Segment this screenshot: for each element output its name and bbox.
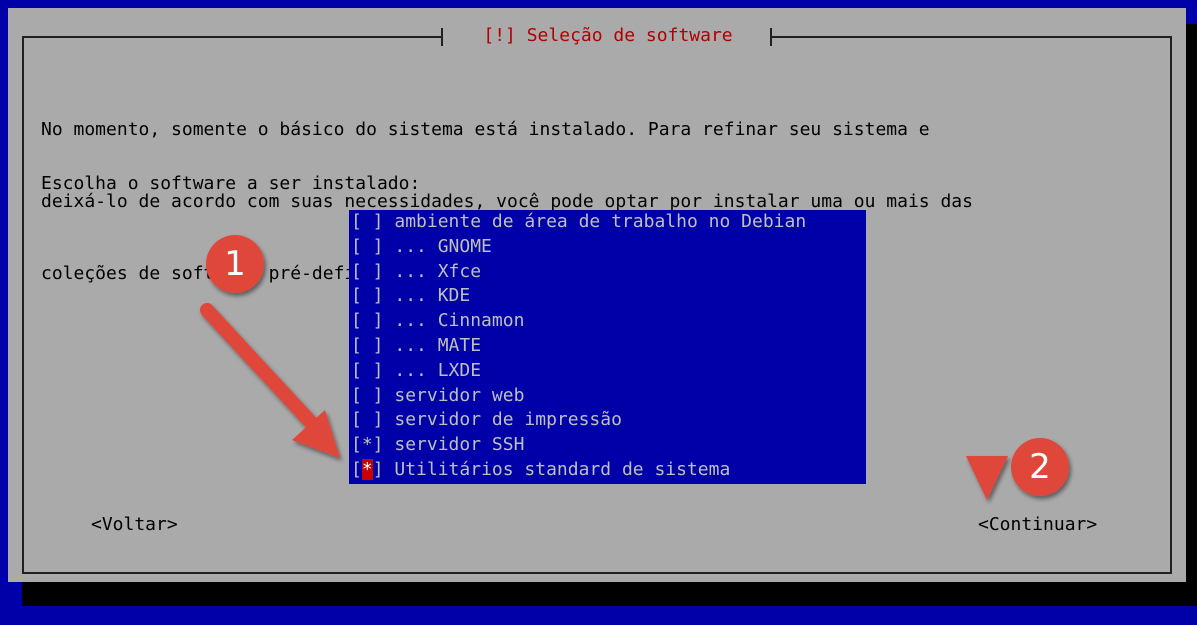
option-label: servidor web xyxy=(394,384,525,406)
checkbox[interactable]: [ ] xyxy=(351,360,384,381)
cursor-highlight: * xyxy=(361,458,373,480)
software-option[interactable]: [ ] ... LXDE xyxy=(349,359,866,384)
option-label: servidor SSH xyxy=(394,434,525,456)
checkbox[interactable]: [ ] xyxy=(351,335,384,356)
checkbox[interactable]: [ ] xyxy=(351,409,384,430)
checkbox[interactable]: [ ] xyxy=(351,211,384,232)
software-option[interactable]: [ ] ... GNOME xyxy=(349,235,866,260)
software-checklist[interactable]: [ ] ambiente de área de trabalho no Debi… xyxy=(349,210,866,484)
checkbox[interactable]: [ ] xyxy=(351,285,384,306)
installer-screen: [!] Seleção de software No momento, some… xyxy=(0,0,1197,625)
software-selection-dialog: [!] Seleção de software No momento, some… xyxy=(8,8,1186,582)
dialog-title: [!] Seleção de software xyxy=(483,25,733,46)
software-option[interactable]: [ ] ... Cinnamon xyxy=(349,309,866,334)
checkbox[interactable]: [ ] xyxy=(351,261,384,282)
option-label: ... Cinnamon xyxy=(394,310,525,332)
option-label: ... GNOME xyxy=(394,235,492,257)
option-label: ... MATE xyxy=(394,334,482,356)
frame-top-left-line xyxy=(22,36,441,38)
selection-prompt: Escolha o software a ser instalado: xyxy=(41,173,421,194)
option-label: ... KDE xyxy=(394,285,471,307)
software-option[interactable]: [*] servidor SSH xyxy=(349,433,866,458)
software-option[interactable]: [ ] ambiente de área de trabalho no Debi… xyxy=(349,210,866,235)
checkbox[interactable]: [*] xyxy=(351,458,384,480)
option-label: ... Xfce xyxy=(394,260,482,282)
title-left-tick xyxy=(441,28,443,46)
option-label: ambiente de área de trabalho no Debian xyxy=(394,211,807,232)
checkbox[interactable]: [ ] xyxy=(351,385,384,406)
description-line-1: No momento, somente o básico do sistema … xyxy=(41,119,930,140)
software-option[interactable]: [ ] servidor web xyxy=(349,384,866,409)
title-right-tick xyxy=(770,28,772,46)
option-label: Utilitários standard de sistema xyxy=(394,458,731,480)
continue-button[interactable]: <Continuar> xyxy=(978,513,1097,537)
software-option[interactable]: [*] Utilitários standard de sistema xyxy=(349,458,866,483)
back-button[interactable]: <Voltar> xyxy=(91,513,178,537)
software-option[interactable]: [ ] servidor de impressão xyxy=(349,408,866,433)
software-option[interactable]: [ ] ... MATE xyxy=(349,334,866,359)
software-option[interactable]: [ ] ... Xfce xyxy=(349,260,866,285)
option-label: servidor de impressão xyxy=(394,409,622,431)
software-option[interactable]: [ ] ... KDE xyxy=(349,284,866,309)
frame-top-right-line xyxy=(772,36,1172,38)
checkbox[interactable]: [*] xyxy=(351,434,384,455)
checkbox[interactable]: [ ] xyxy=(351,310,384,331)
option-label: ... LXDE xyxy=(394,359,482,381)
checkbox[interactable]: [ ] xyxy=(351,236,384,257)
